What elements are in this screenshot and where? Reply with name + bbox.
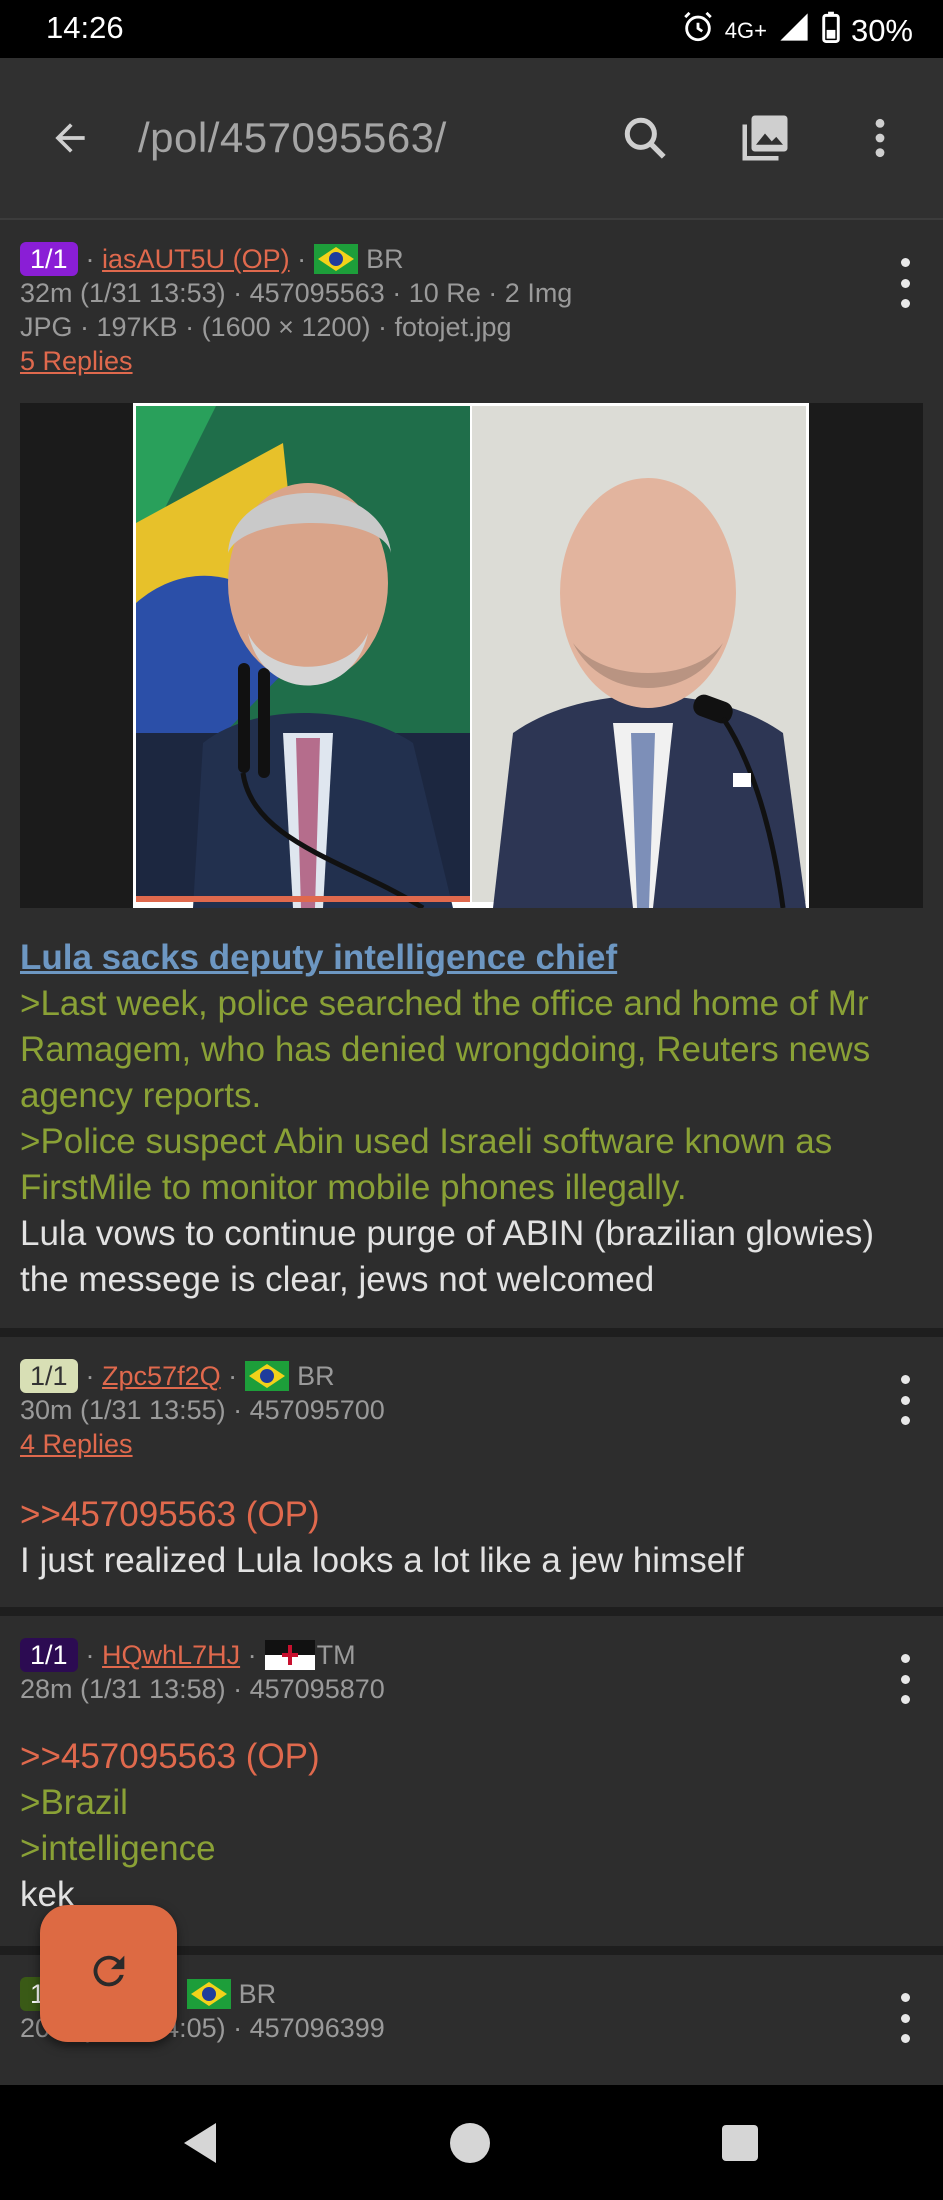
app-toolbar: /pol/457095563/ — [0, 58, 943, 220]
file-info-line: JPG · 197KB · (1600 × 1200) · fotojet.jp… — [20, 312, 512, 342]
country-code: BR — [297, 1361, 335, 1391]
country-code: TM — [316, 1640, 356, 1670]
system-nav-bar — [0, 2085, 943, 2200]
quote-link[interactable]: >>457095563 (OP) — [20, 1734, 925, 1780]
poster-id-link[interactable]: iasAUT5U (OP) — [102, 242, 290, 276]
post-image — [133, 403, 809, 911]
replies-link[interactable]: 5 Replies — [20, 344, 133, 378]
post-menu-icon[interactable] — [895, 1993, 915, 2043]
country-code: BR — [238, 1979, 277, 2009]
greentext-line: >intelligence — [20, 1829, 216, 1868]
post-menu-icon[interactable] — [895, 1654, 915, 1704]
comment-line: Lula vows to continue purge of ABIN (bra… — [20, 1214, 875, 1299]
post-index-badge: 1/1 — [20, 1359, 78, 1393]
post-subject[interactable]: Lula sacks deputy intelligence chief — [20, 935, 925, 981]
brazil-flag-icon — [245, 1361, 290, 1391]
post-body: >>457095563 (OP) I just realized Lula lo… — [20, 1492, 925, 1584]
nav-back-icon[interactable] — [170, 2085, 230, 2200]
battery-percent: 30% — [850, 13, 913, 48]
quote-link[interactable]: >>457095563 (OP) — [20, 1492, 925, 1538]
post-body: >>457095563 (OP) >Brazil >intelligence k… — [20, 1734, 925, 1918]
post-image-frame[interactable] — [20, 403, 923, 911]
battery-icon — [821, 11, 841, 51]
post-reply: 1/1 · Zpc57f2Q · BR 30m (1/31 13:55) · 4… — [0, 1337, 943, 1607]
post-index-badge: 1/1 — [20, 242, 78, 276]
post-info-line: 30m (1/31 13:55) · 457095700 — [20, 1395, 385, 1425]
comment-line: I just realized Lula looks a lot like a … — [20, 1541, 744, 1580]
search-icon[interactable] — [615, 58, 675, 218]
overflow-menu-icon[interactable] — [860, 58, 900, 218]
gallery-icon[interactable] — [735, 58, 795, 218]
post-body: Lula sacks deputy intelligence chief >La… — [20, 935, 925, 1303]
post-meta: 1/1 · HQwhL7HJ · TM 28m (1/31 13:58) · 4… — [20, 1638, 385, 1704]
post-menu-icon[interactable] — [895, 258, 915, 308]
templar-flag-icon — [264, 1640, 315, 1670]
network-type: 4G+ — [724, 18, 767, 43]
post-info-line: 32m (1/31 13:53) · 457095563 · 10 Re · 2… — [20, 278, 573, 308]
post-meta: 1/1 · iasAUT5U (OP) · BR 32m (1/31 13:53… — [20, 242, 573, 378]
post-info-line: 28m (1/31 13:58) · 457095870 — [20, 1674, 385, 1704]
refresh-button[interactable] — [40, 1905, 177, 2042]
greentext-line: >Last week, police searched the office a… — [20, 984, 871, 1115]
status-time: 14:26 — [46, 10, 124, 45]
refresh-icon — [86, 1948, 132, 1999]
post-meta: 1/1 · Zpc57f2Q · BR 30m (1/31 13:55) · 4… — [20, 1359, 385, 1461]
nav-home-icon[interactable] — [440, 2085, 500, 2200]
brazil-flag-icon — [186, 1979, 231, 2009]
back-arrow-icon[interactable] — [40, 58, 100, 218]
signal-icon — [777, 12, 811, 50]
post-op: 1/1 · iasAUT5U (OP) · BR 32m (1/31 13:53… — [0, 220, 943, 1328]
thread-title: /pol/457095563/ — [138, 114, 447, 161]
post-index-badge: 1/1 — [20, 1638, 78, 1672]
greentext-line: >Police suspect Abin used Israeli softwa… — [20, 1122, 833, 1207]
country-code: BR — [366, 244, 404, 274]
post-separator — [0, 1607, 943, 1616]
status-bar: 14:26 4G+ 30% — [0, 0, 943, 58]
replies-link[interactable]: 4 Replies — [20, 1427, 133, 1461]
post-menu-icon[interactable] — [895, 1375, 915, 1425]
nav-recents-icon[interactable] — [710, 2085, 770, 2200]
post-separator — [0, 1328, 943, 1337]
post-reply: 1/1 · HQwhL7HJ · TM 28m (1/31 13:58) · 4… — [0, 1616, 943, 1946]
poster-id-link[interactable]: Zpc57f2Q — [102, 1359, 221, 1393]
alarm-icon — [681, 10, 715, 52]
brazil-flag-icon — [314, 244, 359, 274]
poster-id-link[interactable]: HQwhL7HJ — [102, 1638, 240, 1672]
greentext-line: >Brazil — [20, 1783, 128, 1822]
